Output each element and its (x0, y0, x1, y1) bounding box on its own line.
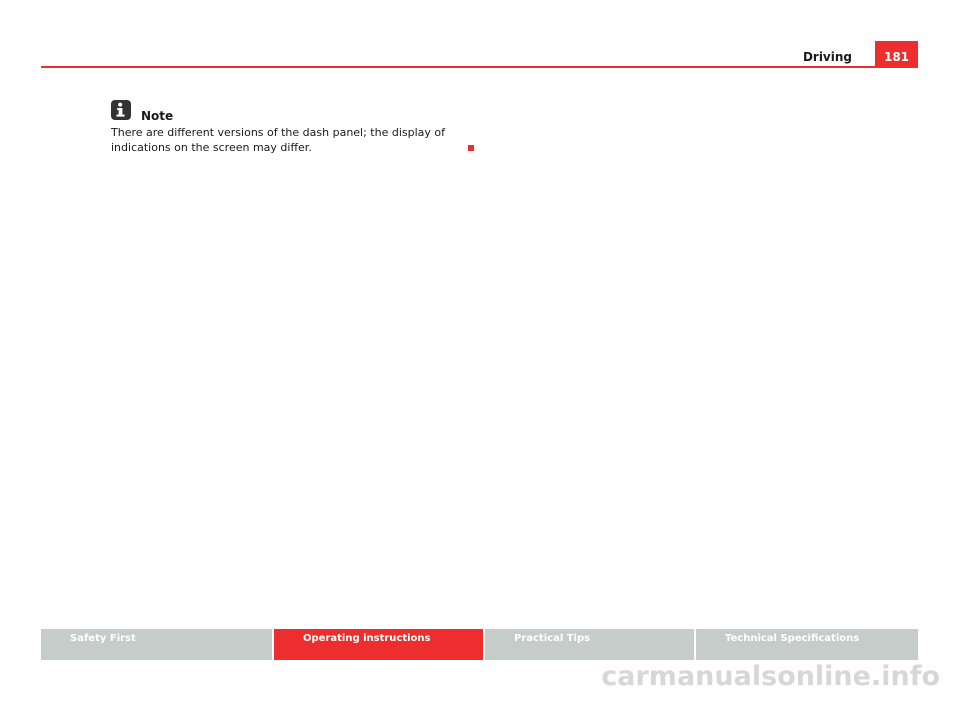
watermark-text: carmanualsonline.info (601, 661, 940, 692)
note-heading: Note (141, 109, 174, 123)
page-number: 181 (875, 41, 918, 66)
nav-tab-practical-tips[interactable]: Practical Tips (483, 629, 694, 660)
nav-tab-operating-instructions[interactable]: Operating instructions (272, 629, 483, 660)
info-icon (111, 100, 131, 120)
note-body-text: There are different versions of the dash… (111, 126, 446, 154)
header-rule (41, 66, 918, 68)
section-title: Driving (802, 50, 852, 64)
nav-tab-technical-specifications[interactable]: Technical Specifications (694, 629, 918, 660)
nav-tab-safety-first[interactable]: Safety First (41, 629, 272, 660)
footer-nav: Safety First Operating instructions Prac… (41, 629, 918, 660)
section-end-marker (468, 145, 474, 151)
